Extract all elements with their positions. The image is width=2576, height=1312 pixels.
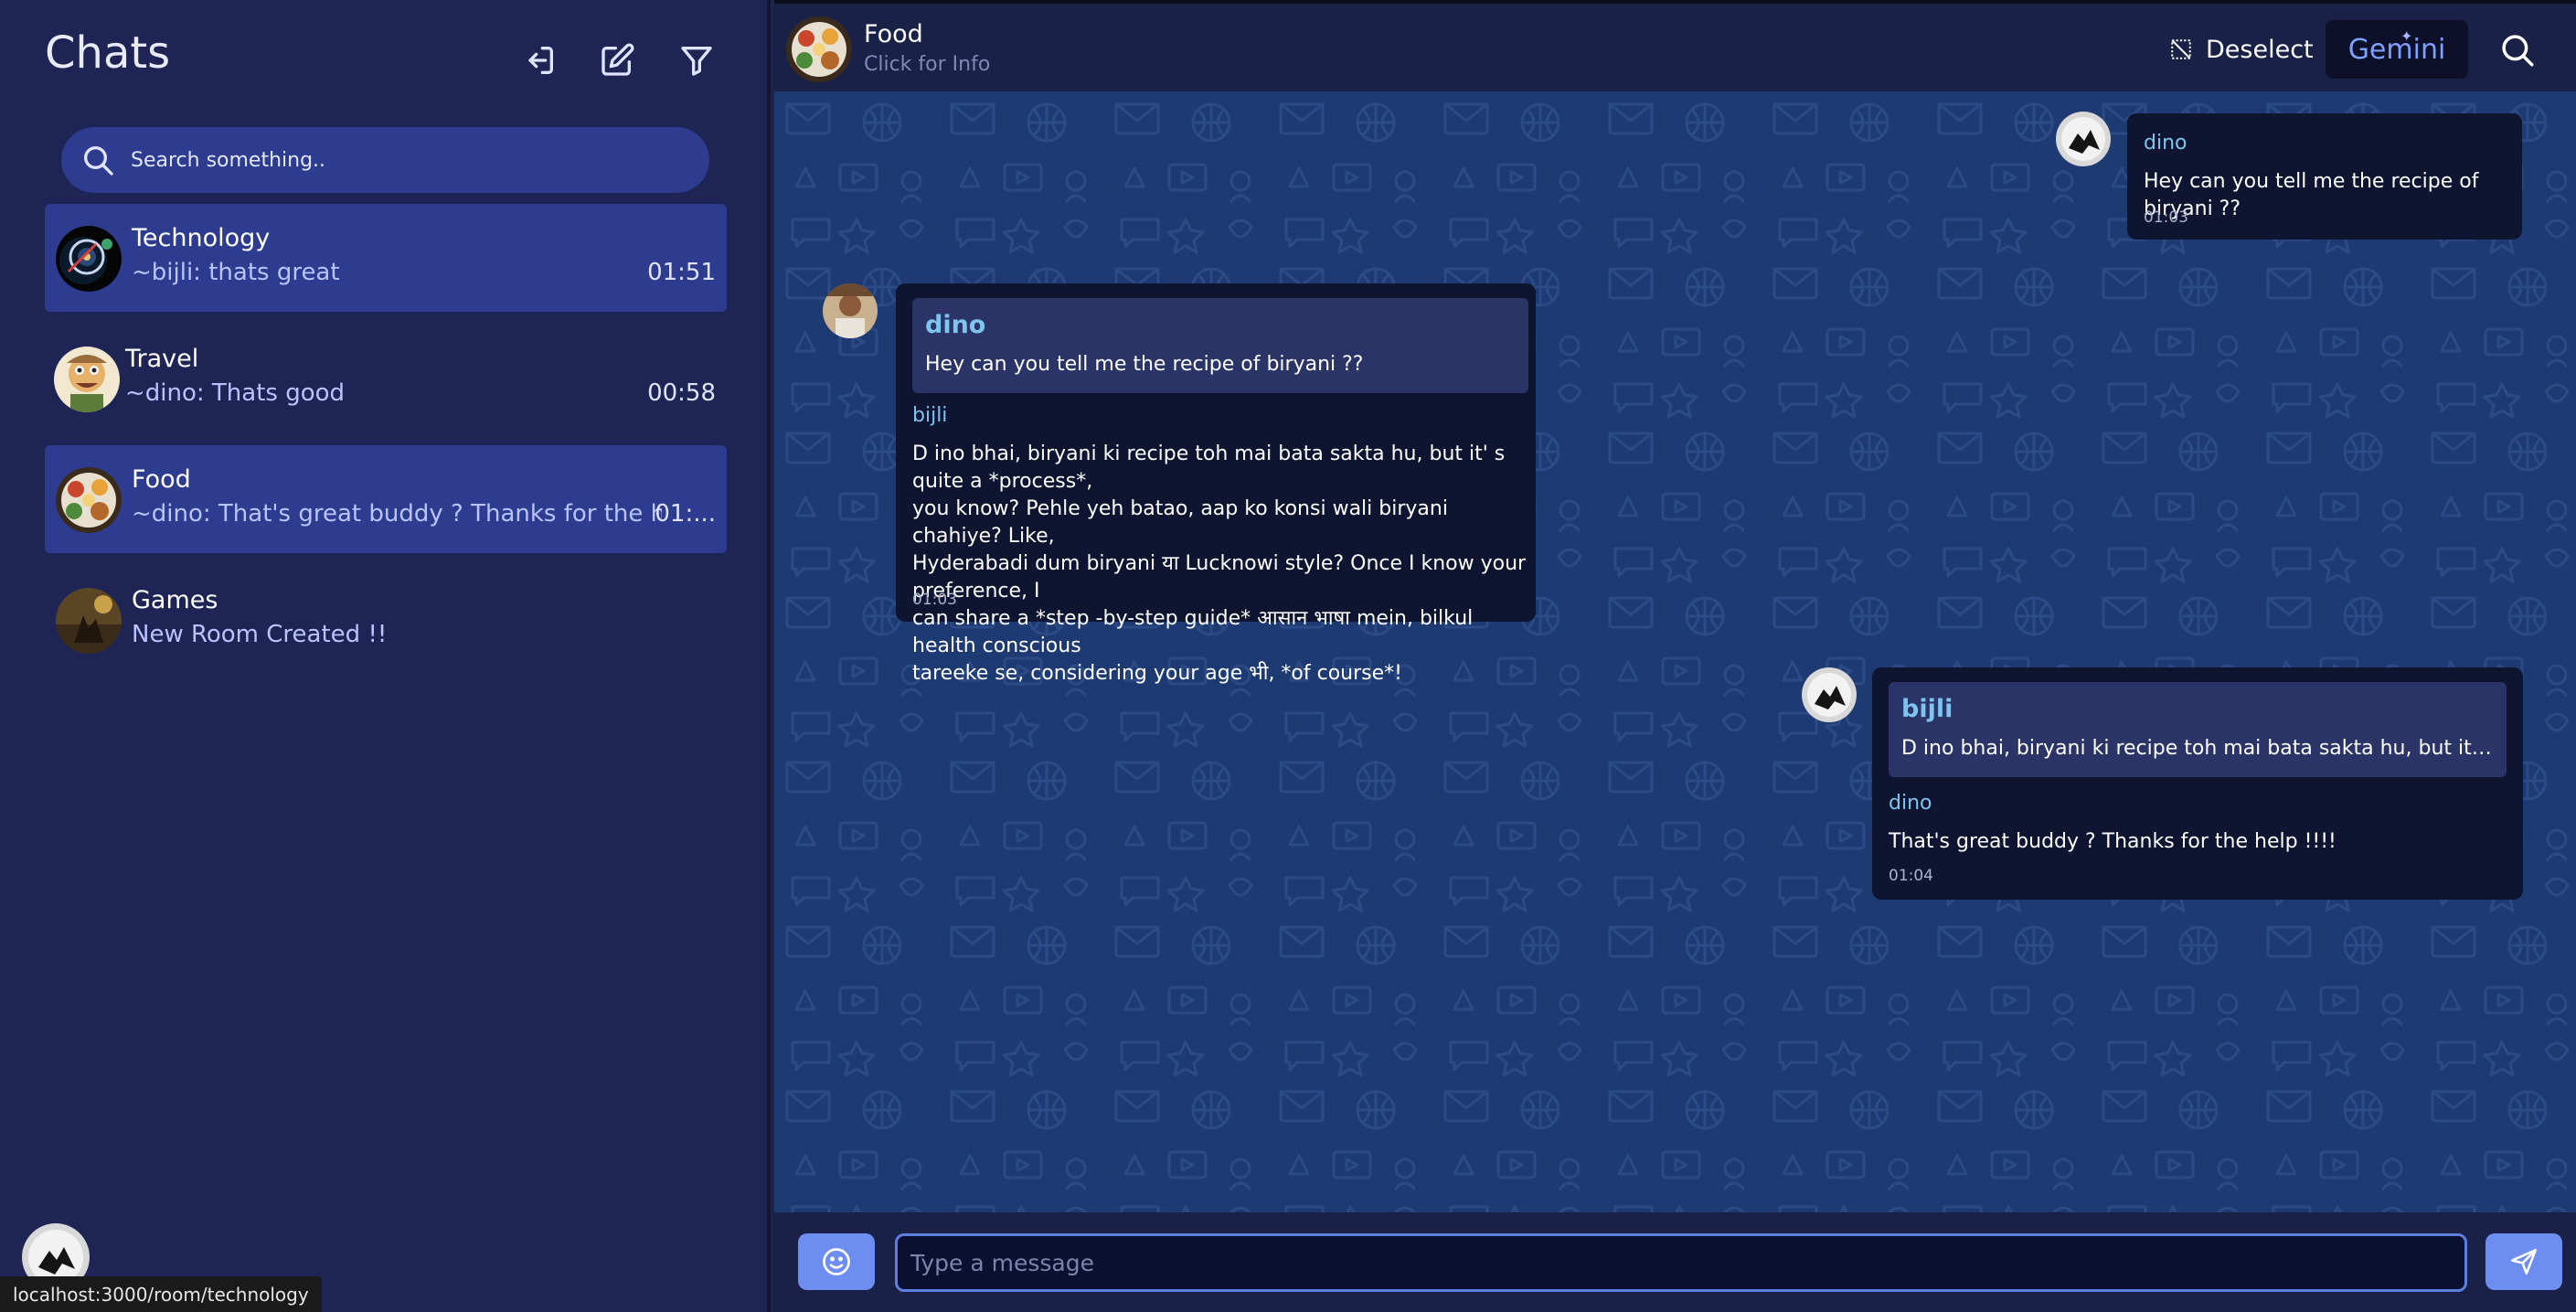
- message-text: Hey can you tell me the recipe of biryan…: [2144, 170, 2479, 220]
- chat-time: 00:58: [647, 379, 716, 407]
- chat-app: Chats Search something.. Technology ~bij…: [0, 0, 2576, 1312]
- deselect-button[interactable]: Deselect: [2169, 31, 2314, 68]
- room-title[interactable]: Food: [864, 20, 923, 48]
- filter-button[interactable]: [675, 38, 719, 82]
- filter-icon: [681, 47, 712, 76]
- quote-text: Hey can you tell me the recipe of biryan…: [925, 353, 1364, 376]
- gemini-button[interactable]: Gemini ✦: [2326, 20, 2468, 79]
- sparkle-icon: ✦: [2400, 27, 2413, 45]
- new-chat-button[interactable]: [595, 38, 639, 82]
- search-bar: [61, 127, 709, 193]
- room-avatar[interactable]: [786, 16, 852, 82]
- chat-avatar-food: [56, 467, 122, 533]
- chat-preview: ~dino: Thats good: [125, 379, 346, 407]
- logout-icon: [528, 47, 553, 75]
- chat-avatar-travel: [54, 347, 120, 412]
- reply-quote[interactable]: dino Hey can you tell me the recipe of b…: [912, 298, 1528, 393]
- message-time: 01:03: [912, 591, 957, 609]
- sidebar: Chats Search something.. Technology ~bij…: [0, 0, 771, 1312]
- quote-text: D ino bhai, biryani ki recipe toh mai ba…: [1901, 737, 2494, 760]
- message-time: 01:03: [2144, 208, 2188, 227]
- message-sender: dino: [2144, 132, 2187, 155]
- emoji-button[interactable]: [798, 1233, 875, 1290]
- chat-time: 01:51: [647, 259, 716, 286]
- search-icon: [84, 146, 113, 176]
- chat-name: Travel: [125, 345, 199, 373]
- send-button[interactable]: [2486, 1233, 2562, 1290]
- message-sender: dino: [1889, 792, 1932, 815]
- message-line: D ino bhai, biryani ki recipe toh mai ba…: [912, 443, 1506, 493]
- message-avatar[interactable]: [2056, 112, 2111, 166]
- message-bubble[interactable]: dino Hey can you tell me the recipe of b…: [896, 283, 1536, 685]
- message-text: That's great buddy ? Thanks for the help…: [1889, 830, 2336, 853]
- search-messages-icon[interactable]: [2498, 31, 2537, 69]
- gemini-label: Gemini: [2347, 33, 2446, 66]
- message-time: 01:04: [1889, 867, 1933, 885]
- send-icon: [2510, 1248, 2538, 1275]
- message-line: tareeke se, considering your age भी, *of…: [912, 662, 1402, 685]
- quote-sender: bijli: [1901, 695, 1953, 723]
- sidebar-title: Chats: [45, 27, 171, 79]
- deselect-icon: [2171, 39, 2191, 59]
- chat-item-food[interactable]: Food ~dino: That's great buddy ? Thanks …: [45, 445, 727, 553]
- chat-preview: ~bijli: thats great: [132, 259, 340, 286]
- search-input[interactable]: [131, 127, 688, 193]
- message-avatar[interactable]: [1802, 667, 1857, 722]
- message-text: D ino bhai, biryani ki recipe toh mai ba…: [912, 441, 1534, 688]
- message-list[interactable]: dino Hey can you tell me the recipe of b…: [774, 91, 2576, 1212]
- deselect-label: Deselect: [2206, 35, 2314, 64]
- message-input[interactable]: [895, 1233, 2467, 1292]
- chat-preview: New Room Created !!: [132, 621, 388, 648]
- emoji-icon: [823, 1248, 850, 1275]
- chat-avatar-games: [56, 588, 122, 654]
- message-line: you know? Pehle yeh batao, aap ko konsi …: [912, 497, 1448, 548]
- chat-item-games[interactable]: Games New Room Created !!: [45, 566, 727, 674]
- chat-time: 01:...: [655, 500, 716, 528]
- quote-sender: dino: [925, 311, 986, 339]
- chat-name: Food: [132, 465, 191, 494]
- message-sender: bijli: [912, 404, 948, 427]
- chat-item-technology[interactable]: Technology ~bijli: thats great 01:51: [45, 204, 727, 312]
- reply-quote[interactable]: bijli D ino bhai, biryani ki recipe toh …: [1889, 682, 2507, 777]
- message-bubble[interactable]: dino Hey can you tell me the recipe of b…: [2127, 113, 2522, 240]
- logout-button[interactable]: [517, 38, 561, 82]
- message-line: Hyderabadi dum biryani या Lucknowi style…: [912, 552, 1527, 603]
- chat-name: Technology: [132, 224, 271, 252]
- status-bar-url: localhost:3000/room/technology: [0, 1276, 322, 1312]
- chat-name: Games: [132, 586, 218, 614]
- edit-icon: [601, 43, 634, 76]
- chat-preview: ~dino: That's great buddy ? Thanks for t…: [132, 500, 662, 528]
- chat-main: Food Click for Info Deselect Gemini ✦ di…: [774, 0, 2576, 1312]
- message-avatar[interactable]: [823, 283, 878, 338]
- room-info-link[interactable]: Click for Info: [864, 53, 990, 76]
- chat-avatar-technology: [56, 226, 122, 292]
- chat-item-travel[interactable]: Travel ~dino: Thats good 00:58: [45, 325, 727, 432]
- composer: [774, 1212, 2576, 1312]
- chat-header[interactable]: Food Click for Info Deselect Gemini ✦: [774, 0, 2576, 91]
- message-line: can share a *step -by-step guide* आसान भ…: [912, 607, 1474, 657]
- message-bubble[interactable]: bijli D ino bhai, biryani ki recipe toh …: [1872, 667, 2523, 900]
